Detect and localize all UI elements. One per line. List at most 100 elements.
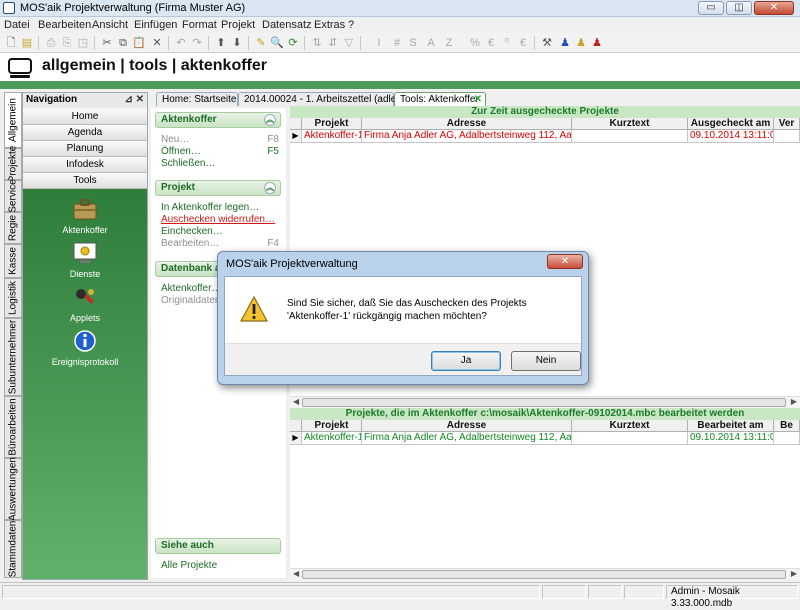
col-adresse[interactable]: Adresse xyxy=(362,118,572,130)
upper-horizontal-scrollbar[interactable]: ◀ ▶ xyxy=(290,396,800,408)
menu-datei[interactable]: Datei xyxy=(4,19,30,31)
open-folder-icon[interactable]: ▤ xyxy=(20,36,34,50)
vtab-logistik[interactable]: Logistik xyxy=(4,278,22,318)
task-schliessen[interactable]: Schließen… xyxy=(161,158,279,169)
decimal-icon[interactable]: ⁰ xyxy=(500,36,514,50)
cell-ausgecheckt-am[interactable]: 09.10.2014 13:11:01 xyxy=(688,130,774,143)
cell-ver[interactable] xyxy=(774,130,800,143)
col-projekt[interactable]: Projekt xyxy=(302,420,362,432)
print-preview-icon[interactable]: ◳ xyxy=(76,36,90,50)
tab-home-startseite[interactable]: Home: Startseite xyxy=(156,92,238,106)
pin-close-icon[interactable]: ⊿ ✕ xyxy=(124,93,144,107)
task-einchecken[interactable]: Einchecken… xyxy=(161,226,279,237)
undo-icon[interactable]: ↶ xyxy=(174,36,188,50)
euro-icon[interactable]: € xyxy=(484,36,498,50)
currency-format-icon[interactable]: S xyxy=(406,36,420,50)
cell-kurztext[interactable] xyxy=(572,432,688,445)
vtab-kasse[interactable]: Kasse xyxy=(4,244,22,278)
menu-format[interactable]: Format xyxy=(182,19,217,31)
user-red-icon[interactable]: ♟ xyxy=(590,36,604,50)
nav-planung[interactable]: Planung xyxy=(23,141,147,157)
sort-asc-icon[interactable]: ⇅ xyxy=(310,36,324,50)
tool-ereignisprotokoll[interactable]: Ereignisprotokoll xyxy=(23,329,147,367)
col-projekt[interactable]: Projekt xyxy=(302,118,362,130)
nav-infodesk[interactable]: Infodesk xyxy=(23,157,147,173)
task-alle-projekte[interactable]: Alle Projekte xyxy=(161,560,279,571)
arrow-down-icon[interactable]: ⬇ xyxy=(230,36,244,50)
tools-icon[interactable]: ⚒ xyxy=(540,36,554,50)
vtab-service[interactable]: Service xyxy=(4,179,22,213)
tool-dienste[interactable]: Dienste xyxy=(23,241,147,279)
print-icon[interactable]: ⎙ xyxy=(44,36,58,50)
scroll-thumb[interactable] xyxy=(302,570,786,579)
task-neu[interactable]: Neu… F8 xyxy=(161,134,279,145)
no-button[interactable]: Nein xyxy=(511,351,581,371)
tab-tools-aktenkoffer[interactable]: Tools: Aktenkoffer ✕ xyxy=(394,92,486,106)
collapse-icon[interactable]: ︽ xyxy=(264,114,276,126)
vtab-subunternehmer[interactable]: Subunternehmer xyxy=(4,318,22,396)
redo-icon[interactable]: ↷ xyxy=(190,36,204,50)
cell-bearbeitet-am[interactable]: 09.10.2014 13:11:01 xyxy=(688,432,774,445)
menu-datensatz[interactable]: Datensatz xyxy=(262,19,312,31)
task-auschecken-widerrufen[interactable]: Auschecken widerrufen… xyxy=(161,214,279,225)
minimize-button[interactable]: ▭ xyxy=(698,1,724,15)
nav-agenda[interactable]: Agenda xyxy=(23,125,147,141)
col-bearbeitet-am[interactable]: Bearbeitet am xyxy=(688,420,774,432)
text-format-icon[interactable]: I xyxy=(372,36,386,50)
percent-icon[interactable]: % xyxy=(468,36,482,50)
find-icon[interactable]: 🔍 xyxy=(270,36,284,50)
dialog-close-button[interactable]: ✕ xyxy=(547,254,583,269)
user-blue-icon[interactable]: ♟ xyxy=(558,36,572,50)
vtab-bueroarbeiten[interactable]: Büroarbeiten xyxy=(4,396,22,458)
yes-button[interactable]: Ja xyxy=(431,351,501,371)
delete-icon[interactable]: ✕ xyxy=(150,36,164,50)
tool-applets[interactable]: Applets xyxy=(23,285,147,323)
print-setup-icon[interactable]: ⎘ xyxy=(60,36,74,50)
col-adresse[interactable]: Adresse xyxy=(362,420,572,432)
maximize-button[interactable]: ◫ xyxy=(726,1,752,15)
task-oeffnen[interactable]: Öffnen… F5 xyxy=(161,146,279,157)
task-bearbeiten[interactable]: Bearbeiten… F4 xyxy=(161,238,279,249)
menu-projekt[interactable]: Projekt xyxy=(221,19,255,31)
copy-icon[interactable]: ⧉ xyxy=(116,36,130,50)
tab-arbeitszettel[interactable]: 2014.00024 - 1. Arbeitszettel (adler) xyxy=(238,92,403,106)
amount-format-icon[interactable]: A xyxy=(424,36,438,50)
menu-help[interactable]: ? xyxy=(348,19,354,31)
close-button[interactable]: ✕ xyxy=(754,1,794,15)
vtab-allgemein[interactable]: Allgemein xyxy=(4,92,22,148)
scroll-thumb[interactable] xyxy=(302,398,786,407)
decimal-euro-icon[interactable]: € xyxy=(516,36,530,50)
user-yellow-icon[interactable]: ♟ xyxy=(574,36,588,50)
filter-icon[interactable]: ▽ xyxy=(342,36,356,50)
vtab-regie[interactable]: Regie xyxy=(4,212,22,244)
measure-format-icon[interactable]: Z xyxy=(442,36,456,50)
vtab-stammdaten[interactable]: Stammdaten xyxy=(4,520,22,578)
cut-icon[interactable]: ✂ xyxy=(100,36,114,50)
cell-be[interactable] xyxy=(774,432,800,445)
arrow-up-icon[interactable]: ⬆ xyxy=(214,36,228,50)
new-file-icon[interactable]: 🗋 xyxy=(4,36,18,50)
cell-adresse[interactable]: Firma Anja Adler AG, Adalbertsteinweg 11… xyxy=(362,130,572,143)
menu-extras[interactable]: Extras xyxy=(314,19,345,31)
lower-horizontal-scrollbar[interactable]: ◀ ▶ xyxy=(290,568,800,580)
col-kurztext[interactable]: Kurztext xyxy=(572,118,688,130)
cell-adresse[interactable]: Firma Anja Adler AG, Adalbertsteinweg 11… xyxy=(362,432,572,445)
col-ausgecheckt-am[interactable]: Ausgecheckt am xyxy=(688,118,774,130)
menu-bearbeiten[interactable]: Bearbeiten xyxy=(38,19,91,31)
col-kurztext[interactable]: Kurztext xyxy=(572,420,688,432)
edit-pencil-icon[interactable]: ✎ xyxy=(254,36,268,50)
refresh-icon[interactable]: ⟳ xyxy=(286,36,300,50)
task-group-projekt[interactable]: Projekt ︽ xyxy=(155,180,281,196)
menu-ansicht[interactable]: Ansicht xyxy=(92,19,128,31)
sort-desc-icon[interactable]: ⇵ xyxy=(326,36,340,50)
task-group-siehe-auch[interactable]: Siehe auch xyxy=(155,538,281,554)
cell-projekt[interactable]: Aktenkoffer-1 xyxy=(302,130,362,143)
paste-icon[interactable]: 📋 xyxy=(132,36,146,50)
vtab-projekte[interactable]: Projekte xyxy=(4,146,22,182)
cell-kurztext[interactable] xyxy=(572,130,688,143)
task-in-aktenkoffer-legen[interactable]: In Aktenkoffer legen… xyxy=(161,202,279,213)
task-group-aktenkoffer[interactable]: Aktenkoffer ︽ xyxy=(155,112,281,128)
collapse-icon[interactable]: ︽ xyxy=(264,182,276,194)
vtab-auswertungen[interactable]: Auswertungen xyxy=(4,457,22,521)
col-be[interactable]: Be xyxy=(774,420,800,432)
